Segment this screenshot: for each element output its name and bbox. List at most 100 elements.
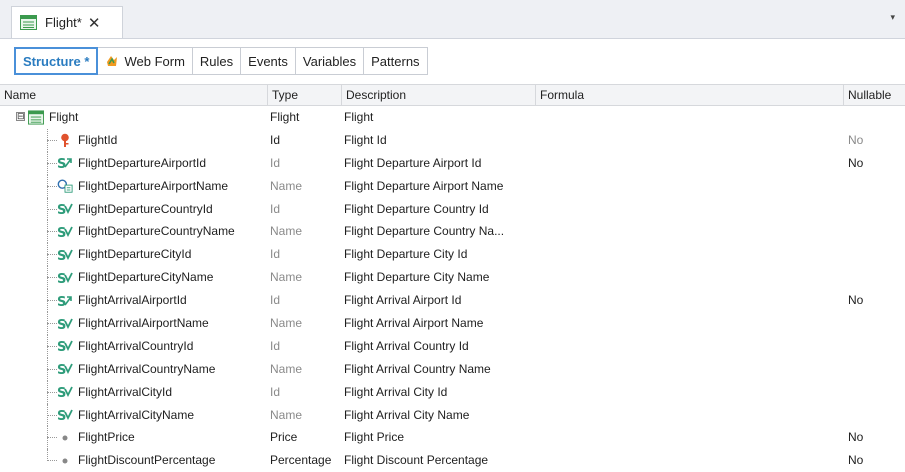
inferred-attribute-icon: S (57, 339, 73, 354)
chevron-down-icon[interactable]: ▾ (890, 12, 895, 23)
row-nullable[interactable] (848, 175, 898, 198)
inferred-attribute-icon: S (57, 202, 73, 217)
row-description: Flight Departure City Id (344, 247, 468, 262)
tab-web-form[interactable]: Web Form (98, 48, 193, 74)
svg-text:S: S (57, 409, 66, 422)
row-nullable[interactable] (848, 358, 898, 381)
row-nullable[interactable]: No (848, 449, 898, 472)
table-row[interactable]: S FlightArrivalAirportName Name Flight Arri… (0, 312, 905, 335)
table-row[interactable]: FlightId Id Flight Id No (0, 128, 905, 152)
column-header-type[interactable]: Type (268, 85, 342, 105)
row-name: FlightDepartureCountryName (78, 224, 235, 239)
row-name: FlightArrivalCountryId (78, 338, 194, 353)
document-tab-bar: Flight* ✕ ▾ (0, 0, 905, 39)
row-nullable[interactable] (848, 312, 898, 335)
row-nullable[interactable]: No (848, 129, 898, 152)
row-description: Flight Departure Country Id (344, 201, 489, 216)
table-row[interactable]: S FlightArrivalCityName Name Flight Arrival… (0, 403, 905, 427)
row-description: Flight Arrival Airport Id (344, 293, 462, 308)
attribute-dot-icon (57, 453, 73, 468)
row-name: FlightArrivalCountryName (78, 361, 216, 376)
svg-text:S: S (57, 386, 66, 399)
tab-rules[interactable]: Rules (193, 48, 242, 74)
row-name: FlightDepartureAirportName (78, 178, 229, 193)
svg-text:S: S (57, 363, 66, 376)
inferred-attribute-icon: S (57, 247, 73, 262)
row-nullable[interactable]: No (848, 289, 898, 312)
key-icon (57, 133, 73, 148)
row-name: FlightDepartureCityName (78, 270, 214, 285)
row-name: FlightPrice (78, 430, 135, 445)
svg-text:S: S (57, 249, 66, 262)
inferred-attribute-icon: S (57, 408, 73, 423)
table-row[interactable]: S FlightDepartureCountryName Name Flight De… (0, 220, 905, 244)
column-header-name[interactable]: Name (0, 85, 268, 105)
row-description: Flight Arrival City Id (344, 384, 448, 399)
row-description: Flight Departure Airport Id (344, 155, 482, 170)
table-row[interactable]: FlightDiscountPercentage Percentage Flight… (0, 449, 905, 472)
table-row[interactable]: S FlightDepartureCountryId Id Flight Depart… (0, 197, 905, 221)
row-nullable[interactable] (848, 404, 898, 427)
row-name: FlightDiscountPercentage (78, 453, 216, 468)
table-row[interactable]: ⊟ Flight Flight Flight (0, 106, 905, 129)
tab-events[interactable]: Events (241, 48, 296, 74)
document-tab-title: Flight* (45, 15, 82, 30)
tab-patterns[interactable]: Patterns (364, 48, 426, 74)
column-header-description[interactable]: Description (342, 85, 536, 105)
attribute-dot-icon (57, 430, 73, 445)
row-nullable[interactable] (848, 198, 898, 221)
svg-text:S: S (57, 272, 66, 285)
svg-text:S: S (57, 318, 66, 331)
table-row[interactable]: S FlightArrivalCountryName Name Flight Arri… (0, 357, 905, 381)
tab-variables[interactable]: Variables (296, 48, 365, 74)
object-part-tabs: Structure * Web Form Rules Events Variab… (14, 47, 428, 75)
row-type: Name (270, 316, 303, 331)
inferred-attribute-icon: S (57, 385, 73, 400)
row-name: FlightDepartureAirportId (78, 155, 207, 170)
table-row[interactable]: FlightDepartureAirportName Name Flight Dep… (0, 174, 905, 198)
row-nullable[interactable] (848, 266, 898, 289)
inferred-attribute-icon: S (57, 316, 73, 331)
row-nullable[interactable] (848, 381, 898, 404)
tab-structure[interactable]: Structure * (14, 47, 99, 75)
table-row[interactable]: S FlightDepartureCityName Name Flight Depar… (0, 266, 905, 290)
row-name: FlightArrivalAirportName (78, 316, 209, 331)
row-nullable[interactable] (848, 243, 898, 266)
row-nullable[interactable] (848, 335, 898, 358)
transaction-icon (28, 110, 44, 125)
table-row[interactable]: S FlightDepartureAirportId Id Flight Depart… (0, 151, 905, 175)
close-icon[interactable]: ✕ (88, 14, 101, 32)
table-row[interactable]: S FlightArrivalCountryId Id Flight Arrival … (0, 334, 905, 358)
row-type: Name (270, 361, 303, 376)
row-name: FlightArrivalCityName (78, 407, 195, 422)
table-row[interactable]: S FlightArrivalCityId Id Flight Arrival Cit… (0, 380, 905, 404)
row-nullable[interactable]: No (848, 426, 898, 449)
table-row[interactable]: FlightPrice Price Flight Price No (0, 426, 905, 450)
row-type: Id (270, 155, 281, 170)
column-header-nullable[interactable]: Nullable (844, 85, 905, 105)
column-header-formula[interactable]: Formula (536, 85, 844, 105)
collapse-icon[interactable]: ⊟ (16, 112, 25, 121)
row-description: Flight Price (344, 430, 405, 445)
row-description: Flight Departure City Name (344, 270, 490, 285)
row-nullable[interactable] (848, 220, 898, 243)
row-type: Id (270, 338, 281, 353)
table-row[interactable]: S FlightDepartureCityId Id Flight Departure… (0, 243, 905, 267)
row-type: Name (270, 407, 303, 422)
row-name: FlightDepartureCityId (78, 247, 192, 262)
table-row[interactable]: S FlightArrivalAirportId Id Flight Arrival … (0, 289, 905, 313)
row-name: FlightId (78, 132, 118, 147)
row-description: Flight Arrival Country Id (344, 338, 469, 353)
row-type: Name (270, 224, 303, 239)
row-type: Name (270, 270, 303, 285)
row-description: Flight Departure Country Na... (344, 224, 505, 239)
document-tab-flight[interactable]: Flight* ✕ (11, 6, 123, 38)
row-nullable[interactable]: No (848, 152, 898, 175)
row-description: Flight Id (344, 132, 387, 147)
grid-header: Name Type Description Formula Nullable (0, 84, 905, 106)
row-description: Flight Departure Airport Name (344, 178, 504, 193)
svg-text:S: S (57, 157, 66, 170)
row-description: Flight Arrival Airport Name (344, 316, 484, 331)
foreign-key-icon: S (57, 156, 73, 171)
row-type: Price (270, 430, 298, 445)
